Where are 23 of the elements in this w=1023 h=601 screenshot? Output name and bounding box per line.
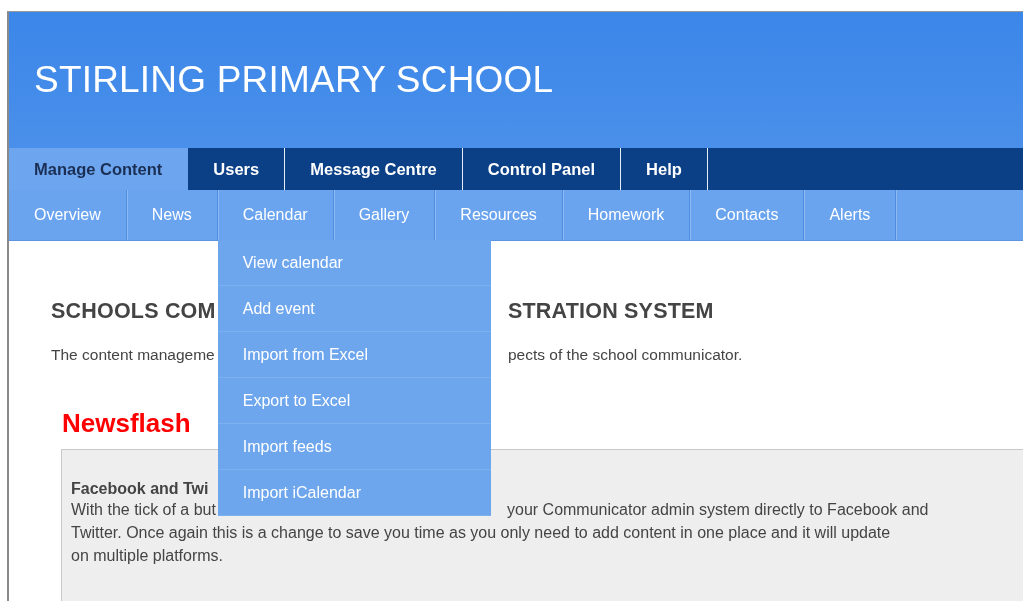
news-text: With the tick of a but (71, 501, 216, 518)
news-text: your Communicator admin system directly to Facebook and (507, 500, 929, 520)
menu-item[interactable]: Export to Excel (217, 378, 491, 424)
sub-nav-item[interactable]: Homework (562, 190, 691, 240)
sub-nav-item[interactable]: Gallery (333, 190, 436, 240)
newsflash-title: Newsflash (62, 408, 192, 439)
page-heading: SCHOOLS COM (51, 299, 216, 323)
news-text: on multiple platforms. (71, 546, 225, 566)
menu-item[interactable]: View calendar (217, 240, 491, 286)
menu-item[interactable]: Add event (217, 286, 491, 332)
intro-text: pects of the school communicator. (508, 346, 743, 364)
sub-nav-item[interactable]: Overview (9, 190, 127, 240)
page-heading: STRATION SYSTEM (508, 299, 714, 324)
sub-nav-item[interactable]: News (126, 190, 218, 240)
menu-item[interactable]: Import from Excel (217, 332, 491, 378)
news-item-title: Facebook and Twi (71, 480, 209, 498)
intro-text: The content manageme (51, 346, 215, 363)
site-title: STIRLING PRIMARY SCHOOL (34, 59, 554, 101)
main-nav-tab[interactable]: Manage Content (9, 148, 189, 190)
news-text: Twitter. Once again this is a change to save you time as you only need to add content in one place and it will update (71, 523, 892, 543)
sub-nav-item[interactable]: Resources (435, 190, 563, 240)
sub-nav-item[interactable]: Alerts (804, 190, 897, 240)
sub-nav-item[interactable]: Contacts (690, 190, 805, 240)
